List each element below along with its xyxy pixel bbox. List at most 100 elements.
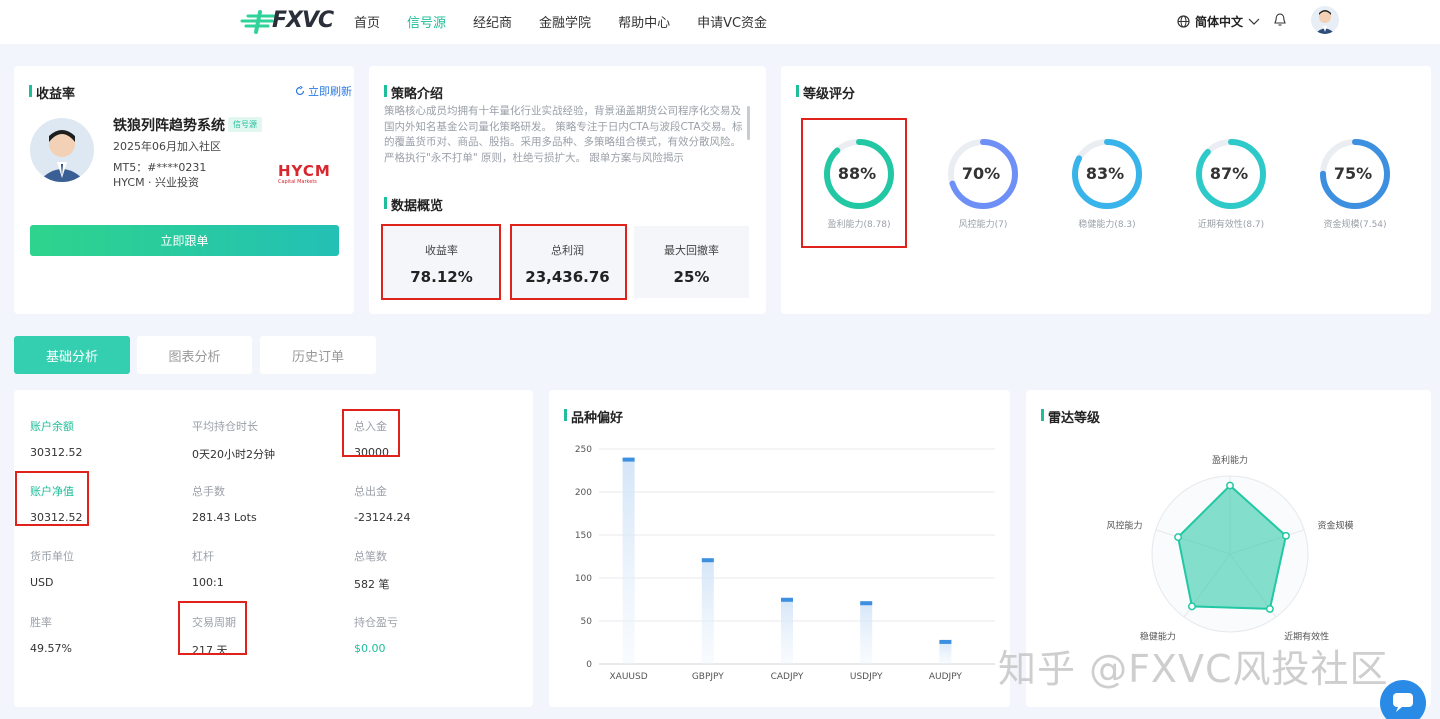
radar-point <box>1265 604 1274 613</box>
section-title-rating: 等级评分 <box>796 83 855 102</box>
section-title-strategy: 策略介绍 <box>384 83 443 102</box>
bar <box>781 597 793 664</box>
variety-card: 品种偏好 0 50 100 150 200 250 XAUUSD GBPJPY CADJPY US… <box>549 390 1010 707</box>
kv-total-trades: 总笔数 582 笔 <box>354 548 390 592</box>
gauge-item: 88% 盈利能力(8.78) <box>819 136 899 230</box>
x-tick-label: USDJPY <box>850 672 883 682</box>
user-avatar[interactable] <box>1311 6 1339 34</box>
broker-line: HYCM · 兴业投资 <box>113 176 200 189</box>
kv-avg-hold: 平均持仓时长 0天20小时2分钟 <box>192 418 275 462</box>
gauge-item: 83% 稳健能力(8.3) <box>1067 136 1147 230</box>
tab-chart-analysis[interactable]: 图表分析 <box>137 336 252 374</box>
gauge-value: 70% <box>961 164 1001 183</box>
tab-basic-analysis[interactable]: 基础分析 <box>14 336 130 374</box>
kv-value: 30312.52 <box>30 511 83 524</box>
bell-icon[interactable] <box>1274 13 1286 27</box>
language-label: 简体中文 <box>1195 15 1244 29</box>
kv-account-equity: 账户净值 30312.52 <box>30 483 83 524</box>
radar-point <box>1226 481 1234 490</box>
bar-cap <box>701 558 714 563</box>
stat-return: 收益率 78.12% <box>384 226 499 298</box>
strategy-description: 策略核心成员均拥有十年量化行业实战经验，背景涵盖期货公司程序化交易及国内外知名基… <box>384 105 743 164</box>
kv-label: 平均持仓时长 <box>192 420 258 433</box>
x-tick-label: CADJPY <box>771 672 804 682</box>
chat-button[interactable] <box>1380 680 1426 719</box>
stat-drawdown: 最大回撤率 25% <box>634 226 749 298</box>
y-tick-label: 200 <box>575 488 592 498</box>
logo-text: FXVC <box>272 8 334 33</box>
gauge-item: 75% 资金规模(7.54) <box>1315 136 1395 230</box>
nav-apply-funding[interactable]: 申请VC资金 <box>697 12 767 31</box>
gauge-item: 70% 风控能力(7) <box>943 136 1023 230</box>
bar <box>622 457 635 664</box>
kv-account-balance: 账户余额 30312.52 <box>30 418 83 459</box>
kv-label: 货币单位 <box>30 550 74 563</box>
radar-point <box>1187 602 1196 611</box>
kv-value: -23124.24 <box>354 511 411 524</box>
bar-cap <box>781 597 793 602</box>
gauge-value: 83% <box>1085 164 1125 183</box>
nav-home[interactable]: 首页 <box>354 12 380 31</box>
nav-signals[interactable]: 信号源 <box>407 12 446 31</box>
kv-value: 49.57% <box>30 642 72 655</box>
section-title-overview: 数据概览 <box>384 195 443 214</box>
stat-profit: 总利润 23,436.76 <box>510 226 625 298</box>
kv-label: 胜率 <box>30 616 52 629</box>
refresh-button[interactable]: 立即刷新 <box>295 83 352 99</box>
gauge-label: 资金规模(7.54) <box>1323 220 1387 230</box>
radar-point <box>1281 531 1290 540</box>
kv-value: 30312.52 <box>30 446 83 459</box>
variety-bar-chart: 0 50 100 150 200 250 XAUUSD GBPJPY CADJPY USDJPY A… <box>575 445 995 682</box>
broker-logo: HYCM Capital Markets <box>278 162 331 185</box>
refresh-icon <box>295 86 305 96</box>
fxvc-logo[interactable]: FXVC <box>238 8 334 34</box>
account-number: MT5：#****0231 <box>113 161 207 174</box>
y-tick-label: 50 <box>581 617 593 627</box>
kv-value: 281.43 Lots <box>192 511 257 524</box>
section-title-return: 收益率 <box>29 83 75 102</box>
stat-return-label: 收益率 <box>425 244 458 257</box>
trader-name: 铁狼列阵趋势系统 <box>113 118 225 134</box>
nav-help[interactable]: 帮助中心 <box>618 12 670 31</box>
broker-logo-text: HYCM <box>278 162 331 180</box>
nav-brokers[interactable]: 经纪商 <box>473 12 512 31</box>
kv-label: 杠杆 <box>192 550 214 563</box>
kv-value: 30000 <box>354 446 389 459</box>
tab-order-history[interactable]: 历史订单 <box>260 336 376 374</box>
kv-total-deposit: 总入金 30000 <box>354 418 389 459</box>
y-tick-label: 250 <box>575 445 592 455</box>
main-nav: 首页 信号源 经纪商 金融学院 帮助中心 申请VC资金 <box>354 12 794 31</box>
gauge-label: 稳健能力(8.3) <box>1078 220 1136 230</box>
refresh-label: 立即刷新 <box>308 85 352 98</box>
profile-card: 收益率 立即刷新 铁狼列阵趋势系统 信号源 2025年06月加入社区 MT5：#… <box>14 66 354 314</box>
kv-leverage: 杠杆 100:1 <box>192 548 224 589</box>
nav-academy[interactable]: 金融学院 <box>539 12 591 31</box>
follow-button[interactable]: 立即跟单 <box>30 225 339 256</box>
kv-label: 账户净值 <box>30 485 74 498</box>
kv-label: 总出金 <box>354 485 387 498</box>
strategy-card: 策略介绍 策略核心成员均拥有十年量化行业实战经验，背景涵盖期货公司程序化交易及国… <box>369 66 766 314</box>
kv-value: 217 天 <box>192 644 228 657</box>
stat-drawdown-value: 25% <box>673 268 710 286</box>
kv-label: 账户余额 <box>30 420 74 433</box>
kv-floating-pnl: 持仓盈亏 $0.00 <box>354 614 398 655</box>
y-tick-label: 150 <box>575 531 592 541</box>
bar <box>701 558 714 664</box>
globe-icon <box>1177 15 1190 28</box>
gauge-value: 87% <box>1209 164 1249 183</box>
description-scrollbar[interactable] <box>747 106 750 140</box>
bar-cap <box>939 639 952 644</box>
bar-cap <box>622 457 635 462</box>
gauge-label: 近期有效性(8.7) <box>1197 220 1265 230</box>
language-selector[interactable]: 简体中文 <box>1177 13 1260 30</box>
kv-win-rate: 胜率 49.57% <box>30 614 72 655</box>
gauge-label: 风控能力(7) <box>958 220 1008 230</box>
user-avatar-icon <box>1315 10 1335 34</box>
watermark: 知乎 @FXVC风投社区 <box>998 647 1389 691</box>
kv-label: 总笔数 <box>354 550 387 563</box>
signal-badge: 信号源 <box>228 117 262 132</box>
stat-profit-label: 总利润 <box>551 244 584 257</box>
stat-drawdown-label: 最大回撤率 <box>664 244 719 257</box>
trader-avatar-icon <box>38 130 86 182</box>
radar-axis-label: 风控能力 <box>1106 520 1142 532</box>
